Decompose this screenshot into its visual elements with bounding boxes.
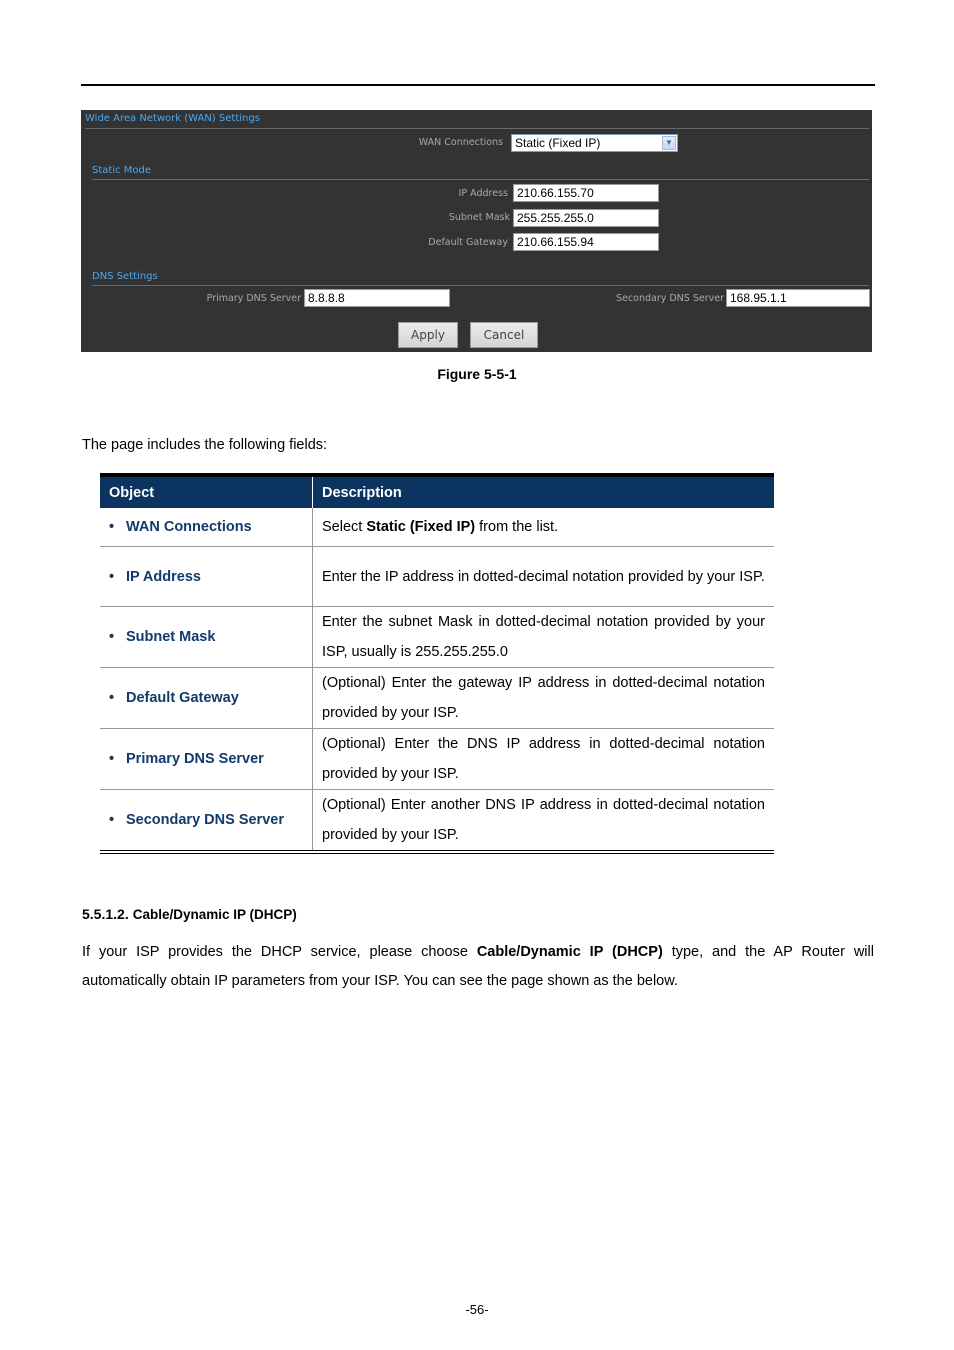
wan-connections-label: WAN Connections bbox=[418, 137, 503, 148]
object-name: IP Address bbox=[126, 568, 201, 585]
object-cell: • WAN Connections bbox=[100, 508, 313, 547]
section-number: 5.5.1.2. bbox=[82, 906, 129, 922]
figure-caption: Figure 5-5-1 bbox=[437, 366, 517, 382]
divider bbox=[92, 179, 869, 180]
secondary-dns-input[interactable] bbox=[726, 289, 870, 307]
default-gateway-label: Default Gateway bbox=[428, 237, 508, 248]
intro-text: The page includes the following fields: bbox=[82, 437, 328, 453]
divider bbox=[85, 128, 869, 129]
object-name: Default Gateway bbox=[126, 690, 239, 706]
section-paragraph: If your ISP provides the DHCP service, p… bbox=[82, 938, 874, 996]
description-text: from the list. bbox=[475, 519, 559, 535]
table-row: • Primary DNS Server (Optional) Enter the… bbox=[100, 728, 774, 790]
object-name: Subnet Mask bbox=[126, 629, 216, 645]
bullet-icon: • bbox=[109, 519, 115, 535]
object-cell: • Default Gateway bbox=[100, 667, 313, 729]
ip-address-label: IP Address bbox=[458, 188, 508, 199]
table-row: • WAN Connections Select Static (Fixed IP… bbox=[100, 508, 774, 547]
subnet-mask-label: Subnet Mask bbox=[448, 212, 510, 223]
paragraph-bold: Cable/Dynamic IP (DHCP) bbox=[476, 944, 663, 960]
wan-connections-select[interactable]: Static (Fixed IP) ▼ bbox=[511, 134, 678, 152]
object-cell: • IP Address bbox=[100, 546, 313, 607]
section-title: Cable/Dynamic IP (DHCP) bbox=[132, 907, 297, 922]
ip-address-input[interactable] bbox=[513, 184, 659, 202]
description-cell: Enter the subnet Mask in dotted-decimal … bbox=[312, 606, 774, 668]
object-cell: • Secondary DNS Server bbox=[100, 789, 313, 853]
primary-dns-input[interactable] bbox=[304, 289, 450, 307]
column-header-object: Object bbox=[100, 474, 313, 508]
object-name: Primary DNS Server bbox=[126, 751, 264, 767]
table-row: • Subnet Mask Enter the subnet Mask in do… bbox=[100, 606, 774, 668]
divider bbox=[92, 285, 869, 286]
wan-connections-value: Static (Fixed IP) bbox=[515, 136, 601, 150]
paragraph-text: If your ISP provides the DHCP service, p… bbox=[82, 944, 477, 960]
cancel-button[interactable]: Cancel bbox=[470, 322, 538, 348]
bullet-icon: • bbox=[109, 568, 115, 585]
object-cell: • Subnet Mask bbox=[100, 606, 313, 668]
page-number: -56- bbox=[465, 1302, 489, 1317]
bullet-icon: • bbox=[109, 751, 115, 767]
table-row: • Default Gateway (Optional) Enter the ga… bbox=[100, 667, 774, 729]
wan-settings-title: Wide Area Network (WAN) Settings bbox=[85, 113, 260, 124]
dns-settings-title: DNS Settings bbox=[92, 271, 158, 282]
description-cell: (Optional) Enter the DNS IP address in d… bbox=[312, 728, 774, 790]
secondary-dns-label: Secondary DNS Server bbox=[616, 293, 724, 304]
bullet-icon: • bbox=[109, 629, 115, 645]
fields-table: Object Description • WAN Connections Sele… bbox=[100, 473, 774, 854]
description-cell: (Optional) Enter the gateway IP address … bbox=[312, 667, 774, 729]
apply-button[interactable]: Apply bbox=[398, 322, 458, 348]
default-gateway-input[interactable] bbox=[513, 233, 659, 251]
description-cell: Enter the IP address in dotted-decimal n… bbox=[312, 546, 774, 607]
object-cell: • Primary DNS Server bbox=[100, 728, 313, 790]
table-row: • Secondary DNS Server (Optional) Enter a… bbox=[100, 789, 774, 853]
column-header-description: Description bbox=[312, 474, 774, 508]
primary-dns-label: Primary DNS Server bbox=[206, 293, 301, 304]
object-name: Secondary DNS Server bbox=[126, 812, 284, 828]
chevron-down-icon[interactable]: ▼ bbox=[662, 136, 676, 150]
description-text: Select bbox=[322, 519, 367, 535]
bullet-icon: • bbox=[109, 690, 115, 706]
description-bold: Static (Fixed IP) bbox=[366, 519, 476, 535]
object-name: WAN Connections bbox=[126, 519, 252, 535]
description-cell: (Optional) Enter another DNS IP address … bbox=[312, 789, 774, 853]
header-rule bbox=[81, 84, 875, 86]
section-heading: 5.5.1.2. Cable/Dynamic IP (DHCP) bbox=[82, 906, 297, 922]
subnet-mask-input[interactable] bbox=[513, 209, 659, 227]
static-mode-title: Static Mode bbox=[92, 165, 152, 176]
table-header-row: Object Description bbox=[100, 474, 774, 508]
wan-settings-screenshot: Wide Area Network (WAN) Settings WAN Con… bbox=[81, 110, 872, 352]
table-row: • IP Address Enter the IP address in dott… bbox=[100, 546, 774, 607]
description-cell: Select Static (Fixed IP) from the list. bbox=[312, 508, 774, 547]
bullet-icon: • bbox=[109, 812, 115, 828]
